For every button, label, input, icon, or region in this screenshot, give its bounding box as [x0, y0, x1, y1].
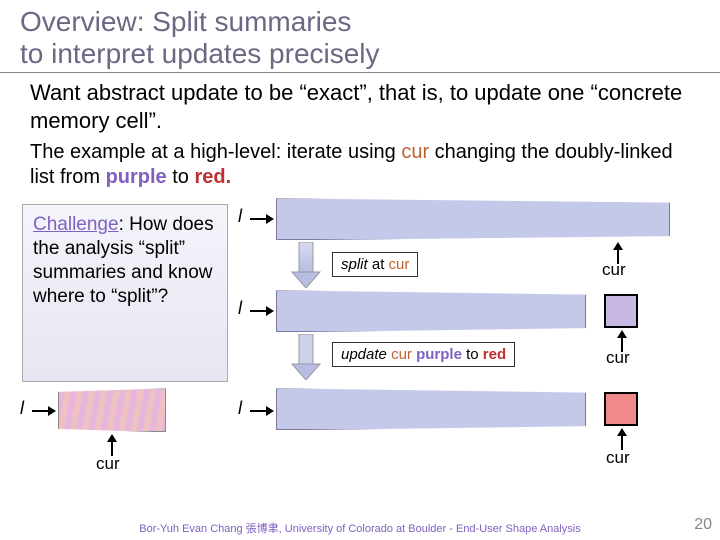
update-cur: cur [391, 346, 412, 363]
l-label-3: l [20, 398, 24, 419]
arrow-down-icon [290, 334, 322, 385]
p2-red: red. [194, 166, 231, 188]
arrow-right-icon [250, 404, 274, 418]
update-step-box: update cur purple to red [332, 342, 515, 367]
update-purple: purple [416, 346, 462, 363]
footer: Bor-Yuh Evan Chang 張博聿, University of Co… [0, 520, 720, 536]
p1-text: Want abstract update to be “exact”, that… [30, 80, 682, 133]
update-to: to [462, 346, 483, 363]
challenge-title: Challenge [33, 214, 119, 235]
split-cur: cur [389, 256, 410, 273]
arrow-up-icon [106, 434, 118, 456]
l-label-4: l [238, 398, 242, 419]
paragraph-1: Want abstract update to be “exact”, that… [0, 79, 720, 140]
node-purple [604, 294, 638, 328]
challenge-box: Challenge: How does the analysis “split”… [22, 204, 228, 382]
arrow-down-icon [290, 242, 322, 293]
slide-title: Overview: Split summaries to interpret u… [0, 0, 720, 73]
paragraph-2: The example at a high-level: iterate usi… [0, 140, 720, 198]
cur-label-1: cur [602, 260, 626, 280]
update-word: update [341, 346, 387, 363]
title-line1: Overview: Split summaries [20, 6, 351, 37]
p2-purple: purple [106, 166, 167, 188]
page-number: 20 [694, 516, 712, 534]
summary-bar-1 [276, 198, 670, 240]
cur-label-3: cur [96, 454, 120, 474]
update-red: red [483, 346, 506, 363]
summary-bar-3 [276, 388, 586, 430]
cur-label-2: cur [606, 348, 630, 368]
l-label-1: l [238, 206, 242, 227]
split-at: at [368, 256, 389, 273]
title-line2: to interpret updates precisely [20, 38, 380, 69]
arrow-right-icon [250, 304, 274, 318]
arrow-right-icon [250, 212, 274, 226]
p2-text-a: The example at a high-level: iterate usi… [30, 141, 401, 163]
summary-bar-2 [276, 290, 586, 332]
arrow-right-icon [32, 404, 56, 418]
cur-label-4: cur [606, 448, 630, 468]
hatched-summary [58, 388, 166, 432]
split-step-box: split at cur [332, 252, 418, 277]
diagram-stage: Challenge: How does the analysis “split”… [0, 198, 720, 508]
arrow-up-icon [616, 428, 628, 450]
p2-cur: cur [401, 141, 429, 163]
p2-text-c: to [167, 166, 195, 188]
l-label-2: l [238, 298, 242, 319]
split-word: split [341, 256, 368, 273]
node-red [604, 392, 638, 426]
